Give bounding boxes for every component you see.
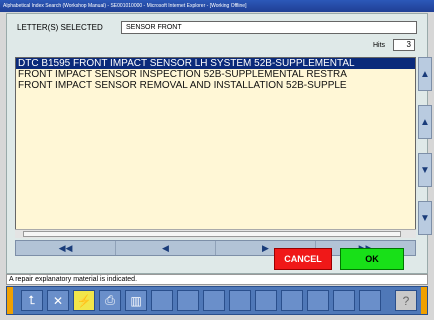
scroll-up-button[interactable]: ▲	[418, 105, 432, 139]
hits-label: Hits	[373, 42, 386, 49]
toolbar-slot[interactable]	[333, 290, 355, 311]
toolbar-slot[interactable]	[151, 290, 173, 311]
toolbar-slot[interactable]	[229, 290, 251, 311]
result-row[interactable]: FRONT IMPACT SENSOR INSPECTION 52B-SUPPL…	[16, 69, 415, 80]
toolbar-slot[interactable]	[203, 290, 225, 311]
back-icon[interactable]: ⮤	[21, 290, 43, 311]
flash-icon[interactable]: ⚡	[73, 290, 95, 311]
print-icon[interactable]: ⎙	[99, 290, 121, 311]
scroll-up-fast-button[interactable]: ▲	[418, 57, 432, 91]
help-icon[interactable]: ?	[395, 290, 417, 311]
toolbar-accent	[421, 287, 427, 314]
toolbar-accent	[7, 287, 13, 314]
bottom-toolbar: ⮤ ✕ ⚡ ⎙ ▥ ?	[6, 286, 428, 315]
letter-input[interactable]: SENSOR FRONT	[121, 21, 417, 34]
cancel-button[interactable]: CANCEL	[274, 248, 332, 270]
up-arrow-icon: ▲	[420, 116, 430, 128]
right-arrow-icon: ▶	[262, 242, 269, 253]
toolbar-slot[interactable]	[359, 290, 381, 311]
letter-label: LETTER(S) SELECTED	[17, 23, 103, 32]
close-icon[interactable]: ✕	[47, 290, 69, 311]
result-row[interactable]: DTC B1595 FRONT IMPACT SENSOR LH SYSTEM …	[16, 58, 415, 69]
horizontal-scrollbar[interactable]	[15, 229, 416, 238]
toolbar-slot[interactable]	[307, 290, 329, 311]
first-page-button[interactable]: ◀◀	[16, 241, 116, 255]
toolbar-slot[interactable]	[177, 290, 199, 311]
toolbar-slot[interactable]	[255, 290, 277, 311]
result-row[interactable]: FRONT IMPACT SENSOR REMOVAL AND INSTALLA…	[16, 80, 415, 91]
double-up-arrow-icon: ▲	[420, 68, 430, 80]
horizontal-scroll-thumb[interactable]	[23, 231, 401, 237]
window-title: Alphabetical Index Search (Workshop Manu…	[0, 0, 434, 12]
ok-button[interactable]: OK	[340, 248, 404, 270]
scroll-down-button[interactable]: ▼	[418, 153, 432, 187]
results-list: DTC B1595 FRONT IMPACT SENSOR LH SYSTEM …	[15, 57, 416, 236]
status-bar: A repair explanatory material is indicat…	[6, 274, 428, 285]
prev-page-button[interactable]: ◀	[116, 241, 216, 255]
left-arrow-icon: ◀	[162, 242, 169, 253]
double-down-arrow-icon: ▼	[420, 212, 430, 224]
down-arrow-icon: ▼	[420, 164, 430, 176]
hits-count: 3	[393, 39, 415, 51]
book-icon[interactable]: ▥	[125, 290, 147, 311]
vertical-scroll-controls: ▲ ▲ ▼ ▼	[418, 57, 432, 236]
toolbar-slot[interactable]	[281, 290, 303, 311]
scroll-down-fast-button[interactable]: ▼	[418, 201, 432, 235]
double-left-arrow-icon: ◀◀	[58, 242, 73, 253]
